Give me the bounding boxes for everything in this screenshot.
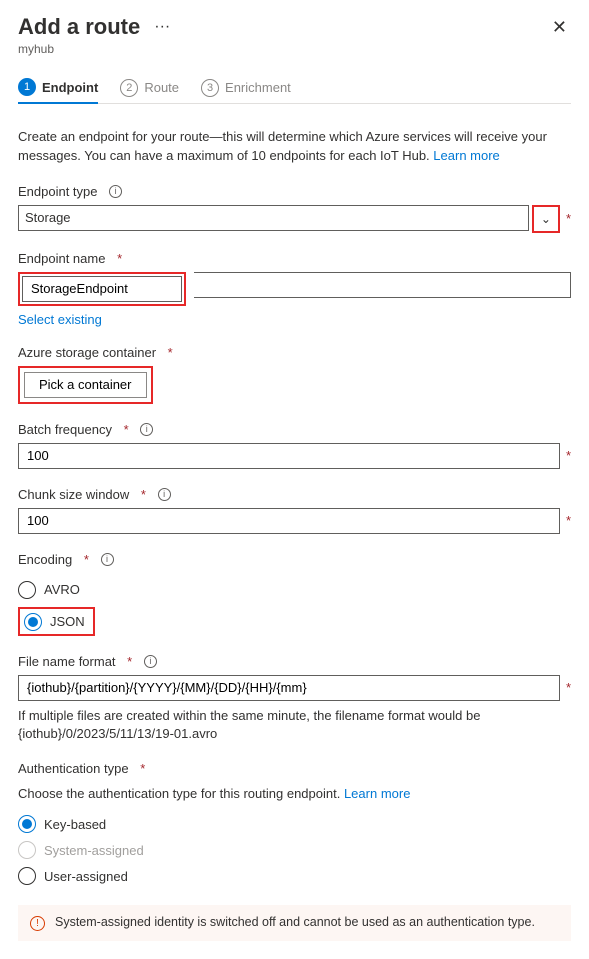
stepper: 1 Endpoint 2 Route 3 Enrichment	[18, 74, 571, 104]
batch-label: Batch frequency	[18, 422, 112, 437]
chunk-label: Chunk size window	[18, 487, 129, 502]
step-number: 2	[120, 79, 138, 97]
subtitle: myhub	[18, 42, 571, 56]
auth-system-assigned-radio: System-assigned	[18, 841, 571, 859]
warning-text: System-assigned identity is switched off…	[55, 915, 535, 929]
radio-label: User-assigned	[44, 869, 128, 884]
step-label: Endpoint	[42, 80, 98, 95]
step-label: Enrichment	[225, 80, 291, 95]
warning-banner: ! System-assigned identity is switched o…	[18, 905, 571, 941]
filename-format-input[interactable]	[18, 675, 560, 701]
close-icon[interactable]: ✕	[548, 17, 571, 38]
learn-more-link[interactable]: Learn more	[433, 148, 499, 163]
endpoint-name-input-ext[interactable]	[194, 272, 571, 298]
page-title: Add a route	[18, 14, 140, 40]
more-icon[interactable]: ···	[154, 18, 170, 36]
radio-label: Key-based	[44, 817, 106, 832]
auth-type-label: Authentication type	[18, 761, 129, 776]
batch-frequency-input[interactable]	[18, 443, 560, 469]
step-number: 1	[18, 78, 36, 96]
radio-label: JSON	[50, 614, 85, 629]
intro-text: Create an endpoint for your route—this w…	[18, 128, 571, 166]
step-endpoint[interactable]: 1 Endpoint	[18, 74, 98, 104]
chevron-down-icon[interactable]: ⌄	[534, 207, 558, 231]
auth-learn-more-link[interactable]: Learn more	[344, 786, 410, 801]
info-icon[interactable]: i	[101, 553, 114, 566]
auth-desc: Choose the authentication type for this …	[18, 786, 571, 801]
endpoint-type-value: Storage	[25, 210, 522, 225]
step-enrichment[interactable]: 3 Enrichment	[201, 74, 291, 103]
required-marker: *	[564, 211, 571, 226]
radio-label: System-assigned	[44, 843, 144, 858]
filename-label: File name format	[18, 654, 116, 669]
info-icon[interactable]: i	[158, 488, 171, 501]
container-label: Azure storage container	[18, 345, 156, 360]
endpoint-type-select[interactable]: Storage	[18, 205, 529, 231]
endpoint-type-label: Endpoint type	[18, 184, 98, 199]
chunk-size-input[interactable]	[18, 508, 560, 534]
radio-label: AVRO	[44, 582, 80, 597]
encoding-avro-radio[interactable]: AVRO	[18, 581, 95, 599]
step-label: Route	[144, 80, 179, 95]
endpoint-name-input[interactable]	[22, 276, 182, 302]
select-existing-link[interactable]: Select existing	[18, 312, 102, 327]
auth-user-assigned-radio[interactable]: User-assigned	[18, 867, 571, 885]
info-icon[interactable]: i	[144, 655, 157, 668]
encoding-json-radio[interactable]: JSON	[24, 613, 85, 631]
filename-note: If multiple files are created within the…	[18, 707, 571, 743]
info-icon[interactable]: i	[109, 185, 122, 198]
pick-container-button[interactable]: Pick a container	[24, 372, 147, 398]
step-number: 3	[201, 79, 219, 97]
encoding-label: Encoding	[18, 552, 72, 567]
info-icon[interactable]: i	[140, 423, 153, 436]
step-route[interactable]: 2 Route	[120, 74, 179, 103]
auth-key-based-radio[interactable]: Key-based	[18, 815, 571, 833]
endpoint-name-label: Endpoint name	[18, 251, 105, 266]
